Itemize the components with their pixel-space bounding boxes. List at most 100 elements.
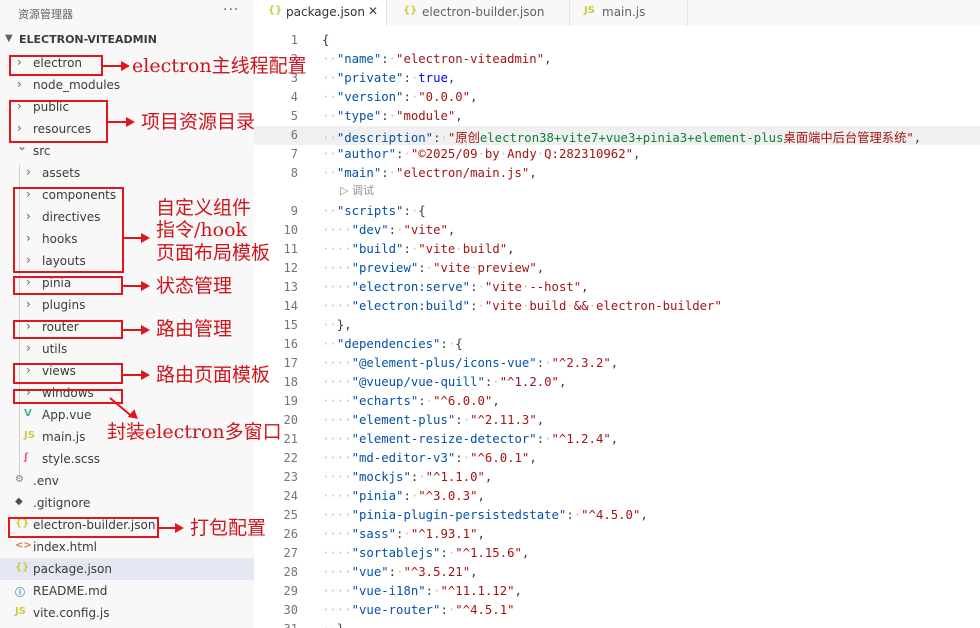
code-editor[interactable]: 1{2 ··"name":·"electron-viteadmin", 3 ··"pr… [254,26,980,628]
code-text: ····"@element-plus/icons-vue":·"^2.3.2", [322,356,619,370]
code-text: ··"version":·"0.0.0", [322,90,478,104]
code-line[interactable]: 23 ····"mockjs":·"^1.1.0", [254,468,980,487]
code-line[interactable]: 18 ····"@vueup/vue-quill":·"^1.2.0", [254,373,980,392]
code-text: ····"md-editor-v3":·"^6.0.1", [322,451,537,465]
code-line[interactable]: 9 ··"scripts":·{ [254,202,980,221]
annotation-box-views [13,363,123,384]
annotation-text-router: 路由管理 [156,318,233,340]
tab-package-json[interactable]: {} package.json ✕ [254,0,387,26]
annotation-arrowhead [141,370,150,380]
code-line[interactable]: 10 ····"dev":·"vite", [254,221,980,240]
annotation-arrowhead [141,233,150,243]
code-line[interactable]: 26 ····"sass":·"^1.93.1", [254,525,980,544]
chevron-down-icon: ▼ [5,33,13,44]
code-text: { [322,33,330,47]
tree-item-plugins[interactable]: › plugins [0,294,254,316]
code-line[interactable]: 24 ····"pinia":·"^3.0.3", [254,487,980,506]
tree-item-index-html[interactable]: <> index.html [0,536,254,558]
code-line[interactable]: 30 ····"vue-router":·"^4.5.1" [254,601,980,620]
line-number: 29 [283,584,298,598]
json-icon: {} [268,5,283,16]
code-text: ····"element-resize-detector":·"^1.2.4", [322,432,619,446]
project-root[interactable]: ▼ ELECTRON-VITEADMIN [0,30,254,50]
tree-item-vite-config-js[interactable]: JS vite.config.js [0,602,254,624]
line-number: 28 [283,565,298,579]
annotation-text-pinia: 状态管理 [156,275,233,297]
tree-item-assets[interactable]: › assets [0,162,254,184]
tree-item-utils[interactable]: › utils [0,338,254,360]
code-line[interactable]: 5 ··"type":·"module", [254,107,980,126]
line-number: 9 [290,204,298,218]
codelens-debug[interactable]: ▷ 调试 [340,182,374,198]
tree-item-label: .gitignore [33,496,91,510]
tree-item-env[interactable]: ⚙ .env [0,470,254,492]
tree-item-label: style.scss [42,452,100,466]
annotation-text-resources: 项目资源目录 [141,111,256,133]
js-file-icon: JS [24,430,35,441]
annotation-text-builder: 打包配置 [190,517,267,539]
annotation-arrow-resources [108,121,127,123]
line-number: 15 [283,318,298,332]
tree-item-style-scss[interactable]: ʃ style.scss [0,448,254,470]
code-line[interactable]: 11 ····"build":·"vite·build", [254,240,980,259]
code-text: ··}, [322,318,352,332]
code-text: ····"electron:serve":·"vite·--host", [322,280,589,294]
annotation-text-windows: 封装electron多窗口 [107,421,282,443]
code-text: ····"vue-router":·"^4.5.1" [322,603,515,617]
code-line[interactable]: 14 ····"electron:build":·"vite·build·&&·e… [254,297,980,316]
code-line[interactable]: 31 ··}, [254,620,980,628]
tab-main-js[interactable]: JS main.js [570,0,688,26]
code-line[interactable]: 2 ··"name":·"electron-viteadmin", [254,50,980,69]
tree-item-label: assets [42,166,81,180]
code-line[interactable]: 1{ [254,31,980,50]
close-icon[interactable]: ✕ [368,4,378,18]
scss-file-icon: ʃ [24,452,29,463]
code-line[interactable]: 22 ····"md-editor-v3":·"^6.0.1", [254,449,980,468]
annotation-text-views: 路由页面模板 [156,364,271,386]
code-text: ····"electron:build":·"vite·build·&&·ele… [322,299,722,313]
code-line[interactable]: 6 ··"description":·"原创electron38+vite7+vu… [254,126,980,145]
annotation-box-electron [9,55,103,76]
more-actions-icon[interactable]: ··· [223,2,239,18]
annotation-arrowhead [141,325,150,335]
annotation-box-windows [13,389,123,404]
chevron-right-icon: › [26,341,31,355]
code-text: ··"private":·true, [322,71,456,85]
tab-electron-builder-json[interactable]: {} electron-builder.json [387,0,570,26]
tree-item-gitignore[interactable]: ◆ .gitignore [0,492,254,514]
code-line[interactable]: 29 ····"vue-i18n":·"^11.1.12", [254,582,980,601]
line-number: 24 [283,489,298,503]
code-line[interactable]: 20 ····"element-plus":·"^2.11.3", [254,411,980,430]
code-line[interactable]: 4 ··"version":·"0.0.0", [254,88,980,107]
code-text: ··"author":·"©2025/09·by·Andy·Q:28231096… [322,147,641,161]
tree-item-package-json[interactable]: {} package.json [0,558,254,580]
annotation-box-pinia [13,276,123,295]
tree-item-node-modules[interactable]: › node_modules [0,74,254,96]
tree-item-src[interactable]: ⌄ src [0,139,254,162]
tab-label: electron-builder.json [422,5,545,19]
code-line[interactable]: 25 ····"pinia-plugin-persistedstate":·"^4… [254,506,980,525]
chevron-right-icon: › [26,165,31,179]
tree-item-label: .env [33,474,59,488]
annotation-text-layouts: 页面布局模板 [156,242,271,264]
code-line[interactable]: 27 ····"sortablejs":·"^1.15.6", [254,544,980,563]
tab-label: main.js [602,5,646,19]
code-text: ····"sass":·"^1.93.1", [322,527,485,541]
code-line[interactable]: 13 ····"electron:serve":·"vite·--host", [254,278,980,297]
code-line[interactable]: 8 ··"main":·"electron/main.js", [254,164,980,183]
project-name: ELECTRON-VITEADMIN [19,33,157,46]
tree-item-label: src [33,144,51,158]
code-line[interactable]: 17 ····"@element-plus/icons-vue":·"^2.3.2… [254,354,980,373]
code-text: ··}, [322,622,352,628]
code-line[interactable]: 7 ··"author":·"©2025/09·by·Andy·Q:2823109… [254,145,980,164]
code-line[interactable]: 21 ····"element-resize-detector":·"^1.2.4… [254,430,980,449]
tree-item-readme-md[interactable]: ⓘ README.md [0,580,254,602]
code-line[interactable]: 15 ··}, [254,316,980,335]
code-line[interactable]: 28 ····"vue":·"^3.5.21", [254,563,980,582]
code-line[interactable]: 16 ··"dependencies":·{ [254,335,980,354]
code-text: ····"sortablejs":·"^1.15.6", [322,546,530,560]
code-line[interactable]: 3 ··"private":·true, [254,69,980,88]
line-number: 13 [283,280,298,294]
code-line[interactable]: 12 ····"preview":·"vite·preview", [254,259,980,278]
code-line[interactable]: 19 ····"echarts":·"^6.0.0", [254,392,980,411]
